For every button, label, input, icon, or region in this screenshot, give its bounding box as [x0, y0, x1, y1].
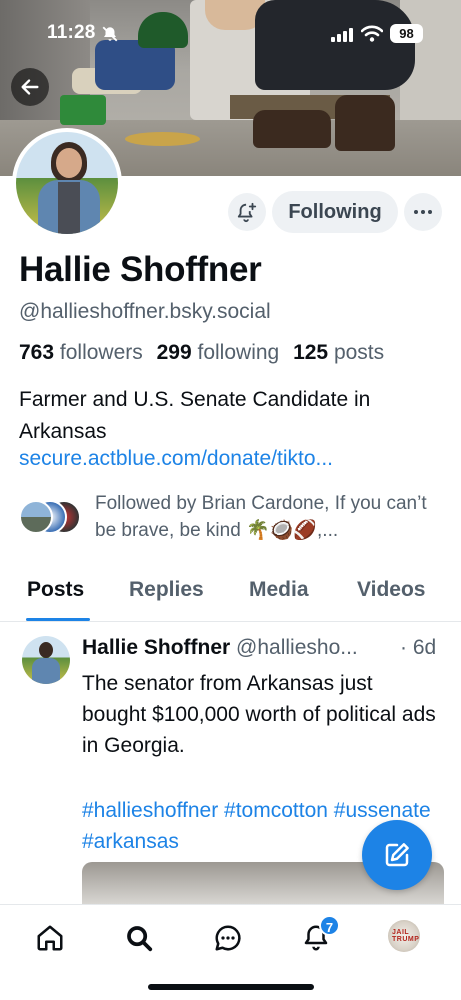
post-header: Hallie Shoffner @halliesho... — [82, 636, 452, 660]
signal-icon — [331, 28, 353, 42]
more-icon — [414, 210, 432, 214]
search-icon — [127, 926, 153, 952]
followed-by-text[interactable]: Followed by Brian Cardone, If you can’t … — [95, 490, 445, 544]
following-stat[interactable]: 299 following — [157, 341, 280, 364]
tab-posts[interactable]: Posts — [27, 578, 84, 602]
nav-chat[interactable] — [211, 921, 245, 955]
home-indicator — [148, 984, 314, 990]
tab-media[interactable]: Media — [249, 578, 309, 602]
bell-off-icon — [102, 26, 118, 42]
tab-videos[interactable]: Videos — [357, 578, 425, 602]
notify-button[interactable] — [228, 193, 266, 231]
profile-link[interactable]: secure.actblue.com/donate/tikto... — [19, 447, 333, 471]
post-timestamp: · 6d — [400, 636, 437, 659]
profile-stats: 763 followers 299 following 125 posts — [19, 341, 384, 365]
tab-replies[interactable]: Replies — [129, 578, 204, 602]
active-tab-indicator — [26, 618, 90, 621]
posts-stat: 125 posts — [293, 341, 385, 364]
compose-icon — [385, 843, 409, 867]
follower-avatar — [19, 500, 53, 534]
bell-plus-icon — [237, 202, 257, 223]
post-author-avatar[interactable] — [22, 636, 70, 684]
profile-tabs: Posts Replies Media Videos — [0, 570, 461, 622]
wifi-icon — [361, 25, 383, 42]
followed-by-avatars[interactable] — [19, 500, 85, 536]
following-button[interactable]: Following — [272, 191, 398, 233]
profile-avatar[interactable] — [12, 128, 122, 238]
nav-home[interactable] — [33, 921, 67, 955]
post-text[interactable]: The senator from Arkansas just bought $1… — [82, 668, 442, 761]
back-button[interactable] — [11, 68, 49, 106]
nav-profile-avatar[interactable]: JAIL TRUMP — [388, 920, 420, 952]
more-options-button[interactable] — [404, 193, 442, 231]
followers-stat[interactable]: 763 followers — [19, 341, 143, 364]
notifications-badge: 7 — [319, 915, 340, 936]
status-bar: 11:28 98 — [0, 0, 461, 62]
compose-button[interactable] — [362, 820, 432, 890]
profile-handle: @hallieshoffner.bsky.social — [19, 300, 271, 323]
avatar-text: JAIL TRUMP — [392, 929, 420, 943]
nav-search[interactable] — [122, 921, 156, 955]
battery-indicator: 98 — [390, 24, 423, 43]
status-time: 11:28 — [47, 22, 96, 43]
display-name: Hallie Shoffner — [19, 250, 262, 289]
back-arrow-icon — [21, 79, 39, 95]
profile-bio: Farmer and U.S. Senate Candidate in Arka… — [19, 388, 371, 443]
home-icon — [37, 925, 63, 951]
post-author[interactable]: Hallie Shoffner — [82, 636, 230, 659]
chat-icon — [215, 925, 241, 951]
post-handle[interactable]: @halliesho... — [236, 636, 358, 659]
